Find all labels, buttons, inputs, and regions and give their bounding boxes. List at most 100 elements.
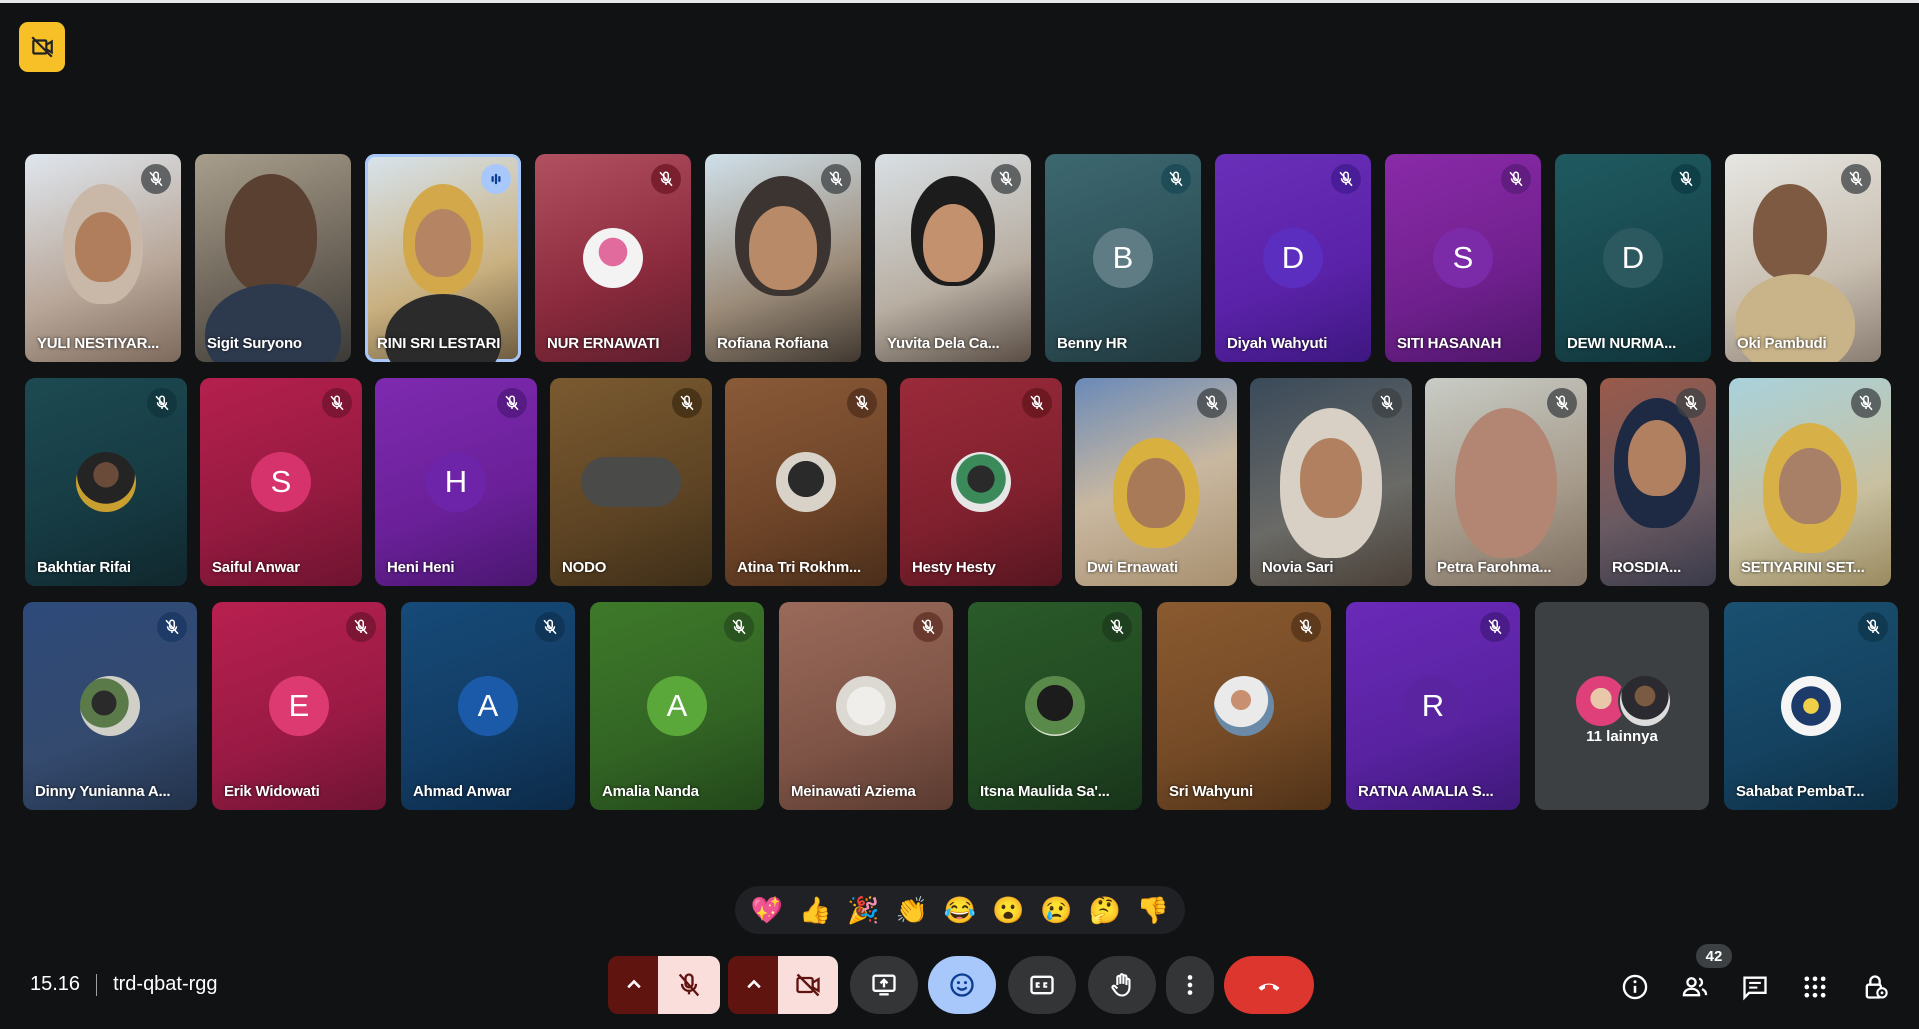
reaction-thumbs-up[interactable]: 👍 bbox=[799, 897, 831, 923]
mic-toggle-button[interactable] bbox=[658, 956, 720, 1014]
reaction-surprised[interactable]: 😮 bbox=[992, 897, 1024, 923]
participant-tile[interactable]: Meinawati Aziema bbox=[779, 602, 953, 810]
participant-tile[interactable]: Dinny Yunianna A... bbox=[23, 602, 197, 810]
meeting-code[interactable]: trd-qbat-rgg bbox=[113, 973, 218, 996]
participant-name: Bakhtiar Rifai bbox=[37, 559, 131, 576]
reaction-thinking[interactable]: 🤔 bbox=[1088, 897, 1120, 923]
mic-status bbox=[1841, 164, 1871, 194]
audio-options-button[interactable] bbox=[608, 956, 660, 1014]
mic-off-icon bbox=[678, 973, 700, 997]
more-participants-label: 11 lainnya bbox=[1586, 728, 1658, 745]
meeting-info-button[interactable] bbox=[1620, 972, 1650, 1002]
participant-tile[interactable]: NODO bbox=[550, 378, 712, 586]
participant-tile[interactable]: ROSDIA... bbox=[1600, 378, 1716, 586]
mic-status bbox=[1022, 388, 1052, 418]
meeting-time: 15.16 bbox=[30, 973, 81, 995]
participant-tile[interactable]: Sahabat PembaT... bbox=[1724, 602, 1898, 810]
present-screen-button[interactable] bbox=[850, 956, 918, 1014]
participant-tile[interactable]: S Saiful Anwar bbox=[200, 378, 362, 586]
participant-tile[interactable]: NUR ERNAWATI bbox=[535, 154, 691, 362]
leave-call-button[interactable] bbox=[1224, 956, 1314, 1014]
video-feed bbox=[415, 209, 471, 277]
participant-tile[interactable]: Sri Wahyuni bbox=[1157, 602, 1331, 810]
participant-tile[interactable]: A Ahmad Anwar bbox=[401, 602, 575, 810]
participant-tile[interactable]: Itsna Maulida Sa'... bbox=[968, 602, 1142, 810]
chat-button[interactable] bbox=[1740, 972, 1770, 1002]
mic-status bbox=[322, 388, 352, 418]
participant-tile[interactable]: Novia Sari bbox=[1250, 378, 1412, 586]
captions-button[interactable] bbox=[1008, 956, 1076, 1014]
chevron-up-icon bbox=[747, 979, 761, 989]
mic-off-icon bbox=[659, 171, 673, 187]
participant-tile[interactable]: SETIYARINI SET... bbox=[1729, 378, 1891, 586]
meeting-details: 15.16 trd-qbat-rgg bbox=[30, 973, 218, 996]
participant-tile[interactable]: Oki Pambudi bbox=[1725, 154, 1881, 362]
participant-tile[interactable]: Atina Tri Rokhm... bbox=[725, 378, 887, 586]
participant-name: Saiful Anwar bbox=[212, 559, 300, 576]
participant-tile[interactable]: H Heni Heni bbox=[375, 378, 537, 586]
avatar bbox=[1781, 676, 1841, 736]
mic-off-icon bbox=[543, 619, 557, 635]
mic-status bbox=[672, 388, 702, 418]
participant-tile[interactable]: R RATNA AMALIA S... bbox=[1346, 602, 1520, 810]
mic-status bbox=[1331, 164, 1361, 194]
mic-off-icon bbox=[1555, 395, 1569, 411]
participant-name: Dinny Yunianna A... bbox=[35, 783, 171, 800]
reaction-laugh[interactable]: 😂 bbox=[944, 897, 976, 923]
mic-status bbox=[1372, 388, 1402, 418]
participant-tile[interactable]: E Erik Widowati bbox=[212, 602, 386, 810]
participant-tile[interactable]: Bakhtiar Rifai bbox=[25, 378, 187, 586]
participant-name: Oki Pambudi bbox=[1737, 335, 1827, 352]
video-feed bbox=[1779, 448, 1841, 524]
people-button[interactable] bbox=[1680, 972, 1710, 1002]
video-options-button[interactable] bbox=[728, 956, 780, 1014]
more-participants-tile[interactable]: 11 lainnya bbox=[1535, 602, 1709, 810]
participant-tile[interactable]: YULI NESTIYAR... bbox=[25, 154, 181, 362]
raise-hand-button[interactable] bbox=[1088, 956, 1156, 1014]
participant-name: SETIYARINI SET... bbox=[1741, 559, 1865, 576]
reaction-sad[interactable]: 😢 bbox=[1040, 897, 1072, 923]
participant-tile[interactable]: Yuvita Dela Ca... bbox=[875, 154, 1031, 362]
send-reaction-button[interactable] bbox=[928, 956, 996, 1014]
participant-tile[interactable]: A Amalia Nanda bbox=[590, 602, 764, 810]
participant-tile[interactable]: Dwi Ernawati bbox=[1075, 378, 1237, 586]
mic-status bbox=[497, 388, 527, 418]
participant-initial: D bbox=[1603, 228, 1663, 288]
host-controls-button[interactable] bbox=[1860, 972, 1890, 1002]
participant-tile[interactable]: B Benny HR bbox=[1045, 154, 1201, 362]
participant-tile[interactable]: D DEWI NURMA... bbox=[1555, 154, 1711, 362]
camera-toggle-button[interactable] bbox=[778, 956, 838, 1014]
participant-name: Atina Tri Rokhm... bbox=[737, 559, 861, 576]
mic-off-icon bbox=[855, 395, 869, 411]
mic-status bbox=[1858, 612, 1888, 642]
participant-name: RINI SRI LESTARI bbox=[377, 335, 501, 352]
reaction-thumbs-down[interactable]: 👎 bbox=[1137, 897, 1169, 923]
end-call-icon bbox=[1258, 983, 1280, 991]
participant-name: Sahabat PembaT... bbox=[1736, 783, 1865, 800]
participant-tile[interactable]: Petra Farohma... bbox=[1425, 378, 1587, 586]
reaction-heart[interactable]: 💖 bbox=[751, 897, 783, 923]
more-participants-avatars bbox=[1574, 674, 1672, 728]
participant-tile[interactable]: Sigit Suryono bbox=[195, 154, 351, 362]
activities-button[interactable] bbox=[1800, 972, 1830, 1002]
mic-off-icon bbox=[1849, 171, 1863, 187]
reaction-party[interactable]: 🎉 bbox=[847, 897, 879, 923]
participant-tile[interactable]: Rofiana Rofiana bbox=[705, 154, 861, 362]
participant-initial: E bbox=[269, 676, 329, 736]
participant-name: Hesty Hesty bbox=[912, 559, 996, 576]
participant-name: Diyah Wahyuti bbox=[1227, 335, 1328, 352]
mic-off-icon bbox=[680, 395, 694, 411]
no-video-recording-icon bbox=[31, 36, 53, 58]
participant-tile[interactable]: Hesty Hesty bbox=[900, 378, 1062, 586]
mic-off-icon bbox=[1299, 619, 1313, 635]
mic-status bbox=[346, 612, 376, 642]
participant-tile[interactable]: S SITI HASANAH bbox=[1385, 154, 1541, 362]
participant-name: Itsna Maulida Sa'... bbox=[980, 783, 1110, 800]
participant-tile-active-speaker[interactable]: RINI SRI LESTARI bbox=[365, 154, 521, 362]
participant-tile[interactable]: D Diyah Wahyuti bbox=[1215, 154, 1371, 362]
more-options-button[interactable] bbox=[1166, 956, 1214, 1014]
recording-indicator[interactable] bbox=[19, 22, 65, 72]
reaction-clap[interactable]: 👏 bbox=[896, 897, 928, 923]
avatar bbox=[1025, 676, 1085, 736]
participant-name: Rofiana Rofiana bbox=[717, 335, 829, 352]
